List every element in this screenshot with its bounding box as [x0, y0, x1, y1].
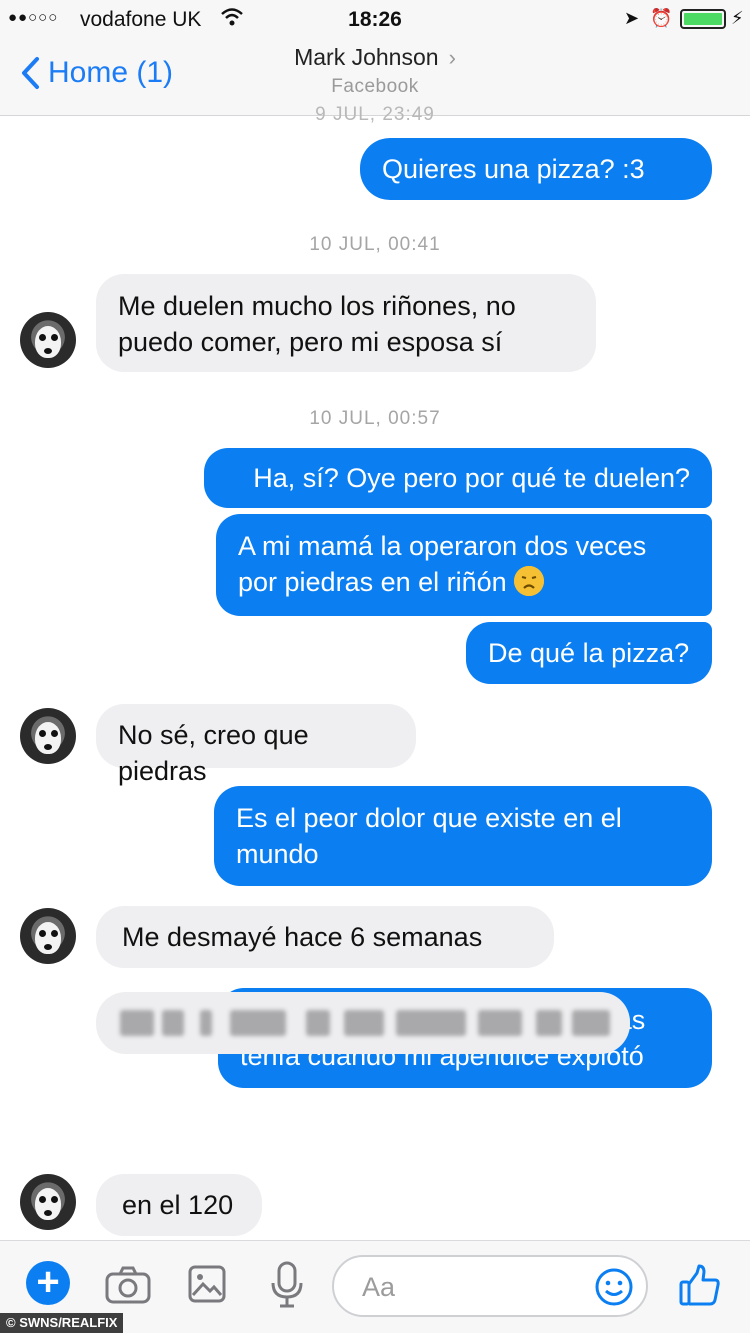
contact-name: Mark Johnson	[294, 44, 439, 70]
incoming-message[interactable]: en el 120	[96, 1174, 262, 1236]
contact-name-button[interactable]: Mark Johnson ›	[0, 44, 750, 71]
photo-credit-watermark: © SWNS/REALFIX	[0, 1313, 124, 1333]
outgoing-message[interactable]: De qué la pizza?	[466, 622, 712, 684]
incoming-message[interactable]: No sé, creo que piedras	[96, 704, 416, 786]
outgoing-message[interactable]: Es el peor dolor que existe en el mundo	[214, 786, 712, 886]
incoming-message[interactable]: Me desmayé hace 6 semanas	[96, 906, 554, 968]
message-input[interactable]: Aa	[332, 1255, 648, 1317]
outgoing-message[interactable]: Ha, sí? Oye pero por qué te duelen?	[204, 448, 712, 508]
message-input-placeholder: Aa	[362, 1272, 396, 1302]
contact-source: Facebook	[331, 76, 419, 97]
blurred-message[interactable]	[96, 992, 630, 1054]
location-arrow-icon: ➤	[624, 8, 640, 28]
timestamp: 10 JUL, 00:41	[309, 234, 441, 255]
contact-avatar[interactable]	[20, 312, 76, 368]
contact-avatar[interactable]	[20, 1174, 76, 1230]
incoming-message[interactable]: Me duelen mucho los riñones, no puedo co…	[96, 274, 596, 372]
microphone-icon[interactable]	[270, 1261, 304, 1314]
plus-icon[interactable]: +	[26, 1261, 70, 1305]
thumbs-up-icon[interactable]	[678, 1263, 722, 1312]
alarm-icon: ⏰	[650, 8, 673, 28]
outgoing-message[interactable]: A mi mamá la operaron dos veces por pied…	[216, 514, 712, 616]
battery-icon	[680, 9, 726, 29]
camera-icon[interactable]	[104, 1265, 152, 1310]
contact-avatar[interactable]	[20, 708, 76, 764]
timestamp: 10 JUL, 00:57	[309, 408, 441, 429]
charging-bolt-icon: ⚡	[731, 8, 744, 28]
timestamp: 9 JUL, 23:49	[315, 104, 435, 125]
sad-face-emoji-icon	[514, 566, 545, 596]
emoji-icon[interactable]	[594, 1267, 634, 1312]
chevron-right-icon: ›	[448, 45, 456, 70]
contact-avatar[interactable]	[20, 908, 76, 964]
message-text: A mi mamá la operaron dos veces por pied…	[238, 531, 647, 597]
message-thread[interactable]: 9 JUL, 23:49 Quieres una pizza? :3 10 JU…	[0, 104, 750, 1240]
photo-gallery-icon[interactable]	[188, 1265, 226, 1308]
outgoing-message[interactable]: Quieres una pizza? :3	[360, 138, 712, 200]
status-bar: ●●○○○ vodafone UK 18:26 ➤ ⏰ ⚡	[0, 0, 750, 40]
